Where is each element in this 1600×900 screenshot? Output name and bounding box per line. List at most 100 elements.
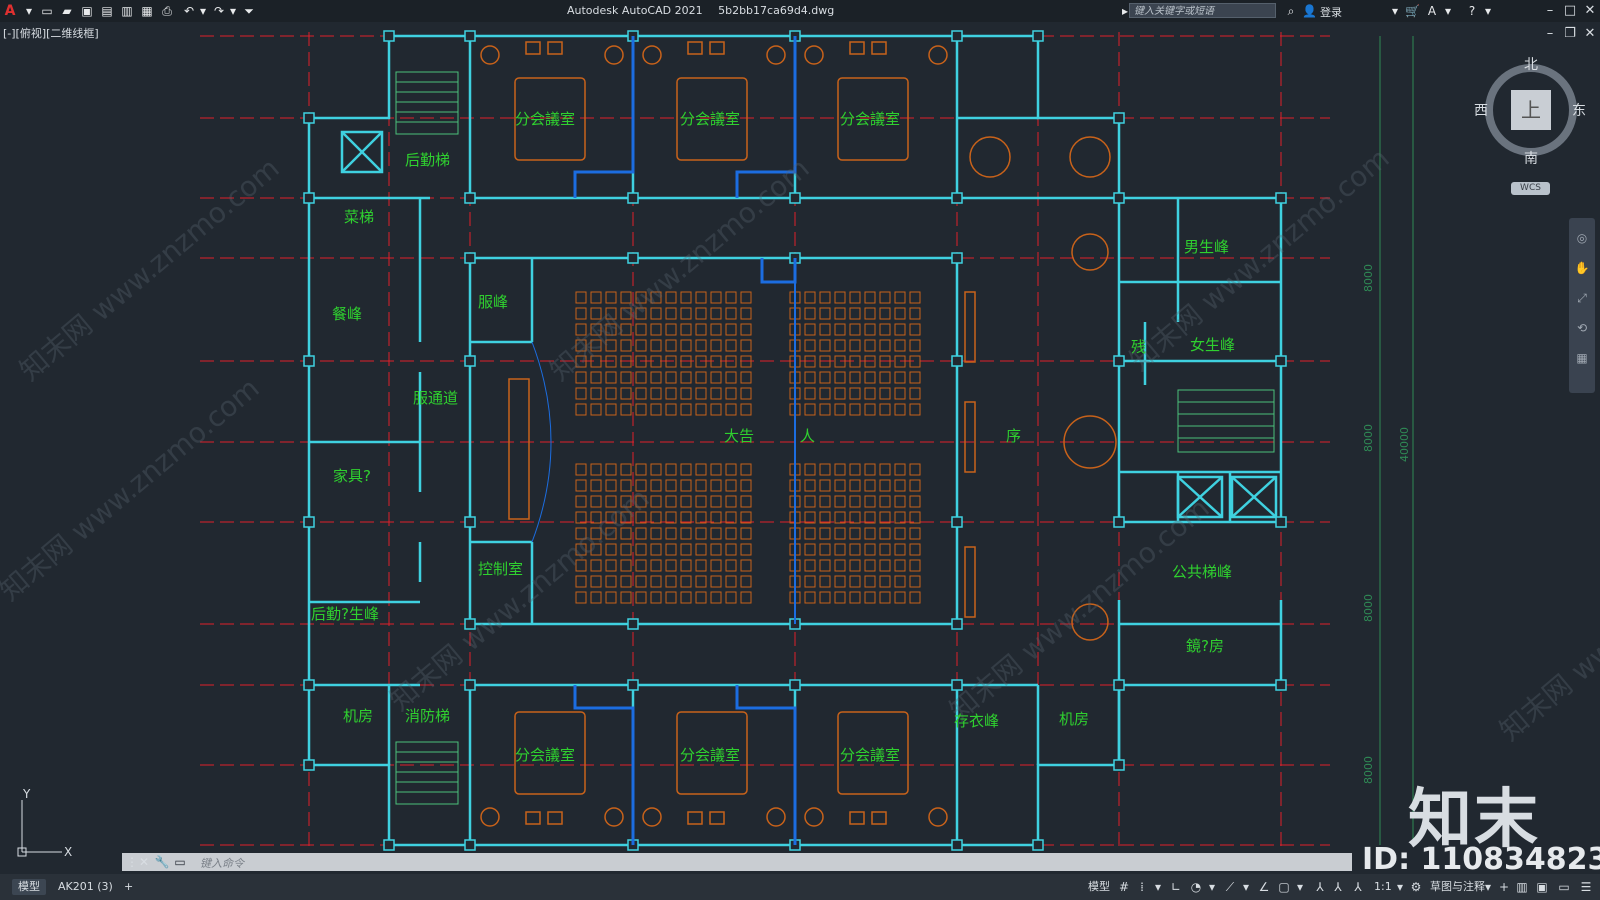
undo-icon[interactable]: ↶: [182, 4, 196, 18]
seat: [575, 463, 587, 476]
isodraft-icon[interactable]: ⟋: [1222, 879, 1238, 895]
search-icon[interactable]: ⌕: [1284, 4, 1298, 18]
auto-scale-icon[interactable]: ⅄: [1330, 879, 1346, 895]
help-icon[interactable]: ?: [1465, 4, 1479, 18]
room-label: 后勤?生峰: [311, 605, 379, 623]
seat: [650, 479, 662, 492]
seat: [879, 575, 891, 588]
close-cmdline-icon[interactable]: ✕: [136, 854, 152, 870]
pan-icon[interactable]: ✋: [1574, 260, 1590, 276]
app-dropdown-icon[interactable]: ▾: [1441, 4, 1455, 18]
dropdown-arrow-icon[interactable]: ▾: [22, 4, 36, 18]
room-label: 男生峰: [1184, 238, 1229, 256]
grid-icon[interactable]: #: [1116, 879, 1132, 895]
minimize-icon[interactable]: –: [1542, 3, 1558, 19]
drawing-canvas[interactable]: 8000 8000 8000 8000 40000 知末网 www.znzmo.…: [0, 22, 1600, 874]
add-layout-button[interactable]: +: [118, 879, 139, 895]
units-icon[interactable]: ▥: [1514, 879, 1530, 895]
column: [951, 355, 963, 367]
redo-dropdown-icon[interactable]: ▾: [226, 4, 240, 18]
open-web-icon[interactable]: ▥: [120, 4, 134, 18]
orbit-icon[interactable]: ⟲: [1574, 320, 1590, 336]
login-dropdown-icon[interactable]: ▾: [1388, 4, 1402, 18]
seat: [695, 575, 707, 588]
workspace-dropdown-icon[interactable]: ▾: [1480, 879, 1496, 895]
tab-layout-ak201[interactable]: AK201 (3): [52, 879, 119, 895]
recent-commands-icon[interactable]: ▭: [172, 854, 188, 870]
seat: [834, 543, 846, 556]
polar-icon[interactable]: ◔: [1188, 879, 1204, 895]
viewcube-west[interactable]: 西: [1474, 100, 1488, 120]
seat: [849, 527, 861, 540]
viewcube-north[interactable]: 北: [1524, 54, 1538, 74]
viewcube-east[interactable]: 东: [1572, 100, 1586, 120]
clean-screen-icon[interactable]: ▭: [1556, 879, 1572, 895]
save-web-icon[interactable]: ▦: [140, 4, 154, 18]
maximize-icon[interactable]: □: [1562, 3, 1578, 19]
model-space-toggle[interactable]: 模型: [1082, 879, 1116, 895]
seat: [864, 463, 876, 476]
login-link[interactable]: 登录: [1320, 4, 1342, 20]
seat: [834, 575, 846, 588]
ortho-icon[interactable]: ∟: [1168, 879, 1184, 895]
iso-dropdown-icon[interactable]: ▾: [1238, 879, 1254, 895]
column: [951, 30, 963, 42]
scale-dropdown-icon[interactable]: ▾: [1392, 879, 1408, 895]
seat: [665, 371, 677, 384]
workspace-gear-icon[interactable]: ⚙: [1408, 879, 1424, 895]
steering-wheel-icon[interactable]: ◎: [1574, 230, 1590, 246]
open-folder-icon[interactable]: ▰: [60, 4, 74, 18]
viewcube-south[interactable]: 南: [1524, 148, 1538, 168]
close-window-icon[interactable]: ✕: [1582, 3, 1598, 19]
seat: [849, 463, 861, 476]
snap-icon[interactable]: ⁞: [1134, 879, 1150, 895]
osnap-dropdown-icon[interactable]: ▾: [1292, 879, 1308, 895]
annotation-visibility-icon[interactable]: ⅄: [1312, 879, 1328, 895]
viewcube[interactable]: 上 北 南 西 东: [1474, 52, 1586, 172]
seat: [879, 559, 891, 572]
plot-icon[interactable]: ⎙: [160, 4, 174, 18]
new-file-icon[interactable]: ▭: [40, 4, 54, 18]
customization-menu-icon[interactable]: ☰: [1578, 879, 1594, 895]
column: [951, 252, 963, 264]
snap-dropdown-icon[interactable]: ▾: [1150, 879, 1166, 895]
seat: [740, 495, 752, 508]
polar-dropdown-icon[interactable]: ▾: [1204, 879, 1220, 895]
save-as-icon[interactable]: ▤: [100, 4, 114, 18]
viewcube-top-face[interactable]: 上: [1511, 90, 1551, 130]
seat: [879, 387, 891, 400]
seat: [894, 371, 906, 384]
zoom-extents-icon[interactable]: ⤢: [1574, 290, 1590, 306]
user-icon[interactable]: 👤: [1302, 4, 1317, 18]
help-dropdown-icon[interactable]: ▾: [1481, 4, 1495, 18]
annotation-scale-icon[interactable]: ⅄: [1350, 879, 1366, 895]
seat: [635, 371, 647, 384]
object-snap-tracking-icon[interactable]: ∠: [1256, 879, 1272, 895]
column: [464, 30, 476, 42]
customize-wrench-icon[interactable]: 🔧: [154, 854, 170, 870]
undo-dropdown-icon[interactable]: ▾: [196, 4, 210, 18]
seat: [894, 479, 906, 492]
autocad-logo-icon[interactable]: A: [3, 4, 17, 18]
cart-icon[interactable]: 🛒: [1405, 4, 1420, 18]
object-snap-icon[interactable]: ▢: [1276, 879, 1292, 895]
seat: [819, 479, 831, 492]
save-icon[interactable]: ▣: [80, 4, 94, 18]
annotation-monitor-icon[interactable]: +: [1496, 879, 1512, 895]
quick-properties-icon[interactable]: ▣: [1534, 879, 1550, 895]
autodesk-app-icon[interactable]: A: [1425, 4, 1439, 18]
customize-toolbar-icon[interactable]: ⏷: [242, 4, 256, 18]
seat: [849, 323, 861, 336]
showmotion-icon[interactable]: ▦: [1574, 350, 1590, 366]
seat: [695, 307, 707, 320]
command-input[interactable]: 键入命令: [200, 855, 244, 871]
column: [464, 679, 476, 691]
redo-icon[interactable]: ↷: [212, 4, 226, 18]
tab-model[interactable]: 模型: [12, 879, 46, 895]
command-line[interactable]: ⋮ ✕ 🔧 ▭ 键入命令: [122, 853, 1352, 871]
seat: [575, 495, 587, 508]
seat: [650, 387, 662, 400]
file-name: 5b2bb17ca69d4.dwg: [718, 4, 835, 17]
wcs-menu[interactable]: WCS: [1511, 182, 1550, 195]
search-input[interactable]: 键入关键字或短语: [1129, 3, 1276, 18]
